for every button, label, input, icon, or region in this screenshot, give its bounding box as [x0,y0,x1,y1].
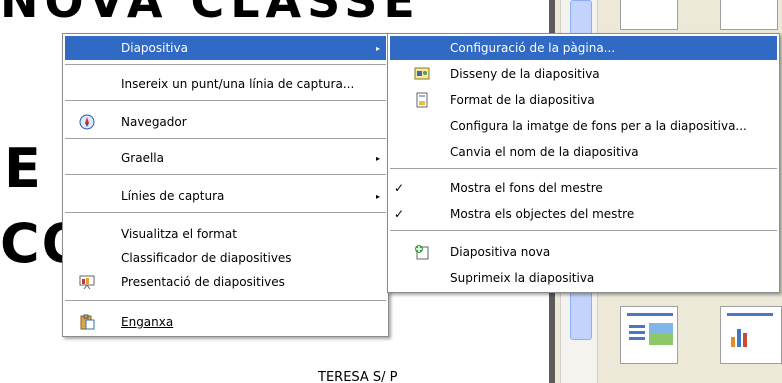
submenu-item-mostra-objectes[interactable]: ✓ Mostra els objectes del mestre [390,202,777,226]
submenu-item-configura-fons[interactable]: Configura la imatge de fons per a la dia… [390,114,777,138]
menu-item-label: Línies de captura [121,189,225,203]
submenu-item-suprimeix[interactable]: Suprimeix la diapositiva [390,266,777,290]
menu-item-label: Format de la diapositiva [450,93,595,107]
menu-separator [65,212,386,213]
menu-item-insert-capture[interactable]: Insereix un punt/una línia de captura... [65,72,386,96]
submenu-arrow-icon: ▸ [375,153,380,163]
menu-item-label: Graella [121,151,164,165]
menu-separator [65,300,386,301]
submenu-arrow-icon: ▸ [375,191,380,201]
menu-item-linies-captura[interactable]: Línies de captura ▸ [65,184,386,208]
layout-tile-text-chart[interactable] [720,306,782,364]
submenu-item-canvia-nom[interactable]: Canvia el nom de la diapositiva [390,140,777,164]
menu-item-label: Diapositiva [121,41,188,55]
compass-icon [79,114,95,130]
menu-item-visualitza-format[interactable]: Visualitza el format [65,222,386,246]
menu-separator [65,64,386,65]
submenu-item-config-pagina[interactable]: Configuració de la pàgina... [390,36,777,60]
menu-item-label: Diapositiva nova [450,245,551,259]
slide-footer-fragment: TERESA S/ P [318,370,398,383]
menu-item-diapositiva[interactable]: Diapositiva ▸ [65,36,386,60]
menu-item-label: Enganxa [121,315,174,329]
menu-separator [65,174,386,175]
check-icon: ✓ [394,207,405,221]
submenu-arrow-icon: ▸ [375,43,380,53]
menu-item-label: Presentació de diapositives [121,275,285,289]
slide-design-icon [414,66,430,82]
slide-letter-e: E [4,137,43,200]
menu-item-classificador[interactable]: Classificador de diapositives [65,246,386,270]
menu-separator [65,138,386,139]
menu-separator [65,100,386,101]
menu-item-graella[interactable]: Graella ▸ [65,146,386,170]
layout-tile[interactable] [720,0,778,30]
menu-separator [390,230,777,231]
paste-icon [79,314,95,330]
slide-title-fragment: NOVA CLASSE [0,0,421,28]
menu-item-label: Suprimeix la diapositiva [450,271,595,285]
menu-item-enganxa[interactable]: Enganxa [65,310,386,334]
menu-item-label: Visualitza el format [121,227,237,241]
menu-item-label: Mostra els objectes del mestre [450,207,635,221]
menu-item-navegador[interactable]: Navegador [65,110,386,134]
submenu-item-mostra-fons[interactable]: ✓ Mostra el fons del mestre [390,176,777,200]
submenu-item-disseny[interactable]: Disseny de la diapositiva [390,62,777,86]
new-slide-icon [414,244,430,260]
submenu-item-diapositiva-nova[interactable]: Diapositiva nova [390,240,777,264]
menu-item-label: Canvia el nom de la diapositiva [450,145,639,159]
menu-item-presentacio[interactable]: Presentació de diapositives [65,270,386,294]
menu-item-label: Configura la imatge de fons per a la dia… [450,119,747,133]
submenu-diapositiva: Configuració de la pàgina... Disseny de … [387,33,780,293]
menu-item-label: Insereix un punt/una línia de captura... [121,77,355,91]
menu-item-label: Configuració de la pàgina... [450,41,616,55]
check-icon: ✓ [394,181,405,195]
layout-tile-text-image[interactable] [620,306,678,364]
menu-item-label: Disseny de la diapositiva [450,67,600,81]
presentation-icon [79,274,95,290]
submenu-item-format[interactable]: Format de la diapositiva [390,88,777,112]
layout-tile[interactable] [620,0,678,30]
menu-item-label: Navegador [121,115,187,129]
menu-item-label: Mostra el fons del mestre [450,181,603,195]
menu-separator [390,168,777,169]
context-menu: Diapositiva ▸ Insereix un punt/una línia… [62,33,389,337]
slide-format-icon [414,92,430,108]
menu-item-label: Classificador de diapositives [121,251,292,265]
